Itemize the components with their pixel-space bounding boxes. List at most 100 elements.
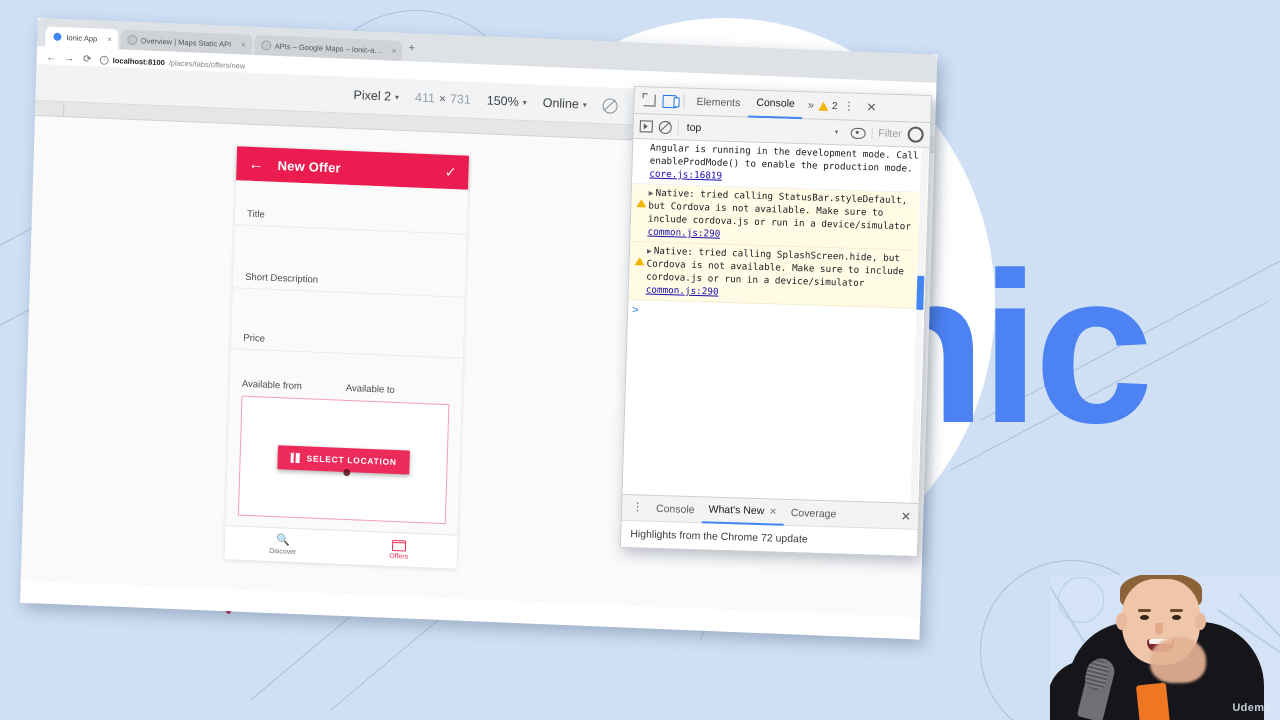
site-info-icon[interactable]: i <box>99 55 109 65</box>
chevron-down-icon: ▾ <box>582 99 587 110</box>
location-picker-box: SELECT LOCATION <box>237 395 450 525</box>
close-drawer-icon[interactable]: ✕ <box>894 509 918 524</box>
drawer-tab-coverage[interactable]: Coverage <box>783 500 843 526</box>
devtools-drawer: ⋮ Console What's New ✕ Coverage ✕ Highli… <box>620 493 919 556</box>
execution-context-selector[interactable]: top ▾ <box>677 119 845 141</box>
warning-triangle-icon <box>818 101 830 111</box>
tab-title: Ionic App <box>66 32 98 43</box>
price-field[interactable]: Price <box>230 288 465 359</box>
no-throttling-icon[interactable] <box>602 97 619 114</box>
console-scrollbar-thumb[interactable] <box>916 275 925 310</box>
execution-context-value: top <box>686 121 702 135</box>
device-name: Pixel 2 <box>353 88 392 104</box>
whats-new-heading: Highlights from the Chrome 72 update <box>630 528 808 546</box>
back-arrow-icon[interactable]: ← <box>248 155 264 173</box>
multiply-icon: × <box>438 91 447 106</box>
tab-offers[interactable]: Offers <box>340 531 457 569</box>
message-body: Native: tried calling SplashScreen.hide,… <box>646 245 905 290</box>
globe-favicon-icon <box>260 40 271 51</box>
tab-offers-label: Offers <box>389 552 409 561</box>
console-log-area[interactable]: Angular is running in the development mo… <box>622 139 930 503</box>
console-message-text: ▶ Native: tried calling SplashScreen.hide… <box>646 244 922 304</box>
ionic-favicon-icon <box>52 31 63 43</box>
network-value: Online <box>542 95 580 112</box>
inspect-element-icon[interactable] <box>639 91 660 110</box>
console-message-text: ▶ Native: tried calling StatusBar.styleDe… <box>647 187 923 247</box>
select-location-button[interactable]: SELECT LOCATION <box>277 445 411 477</box>
close-icon[interactable]: × <box>235 40 246 49</box>
available-from-field[interactable]: Available from <box>242 374 346 396</box>
drawer-tab-whats-new[interactable]: What's New ✕ <box>701 496 785 526</box>
more-tabs-icon[interactable]: » <box>803 99 819 111</box>
short-description-field-label: Short Description <box>245 271 319 286</box>
drawer-tab-label: What's New <box>708 502 765 517</box>
presenter-eyebrow <box>1138 609 1151 612</box>
tab-elements[interactable]: Elements <box>688 89 749 116</box>
source-link[interactable]: core.js:16819 <box>649 169 722 182</box>
drawer-tab-console[interactable]: Console <box>649 496 702 522</box>
console-message-text: Angular is running in the development mo… <box>649 142 925 189</box>
page-title: New Offer <box>277 157 342 176</box>
close-icon[interactable]: × <box>101 34 112 43</box>
tab-console[interactable]: Console <box>747 90 804 119</box>
select-location-label: SELECT LOCATION <box>306 453 397 468</box>
close-icon[interactable]: ✕ <box>860 100 882 115</box>
slide-stage: nic Ionic App × Overview | Maps Static A… <box>0 0 1280 720</box>
divider <box>683 94 685 110</box>
presenter-ear <box>1195 613 1206 630</box>
viewport-size[interactable]: 411 × 731 <box>415 91 471 107</box>
zoom-selector[interactable]: 150% ▾ <box>487 93 527 109</box>
chevron-down-icon: ▾ <box>834 129 839 137</box>
tab-title: APIs – Google Maps – Ionic-a… <box>274 41 382 55</box>
forward-icon[interactable]: → <box>64 53 75 64</box>
expand-arrow-icon[interactable]: ▶ <box>647 246 652 255</box>
map-icon <box>290 452 300 464</box>
clear-console-icon[interactable] <box>658 120 672 134</box>
viewport-height[interactable]: 731 <box>450 92 471 107</box>
live-expression-icon[interactable] <box>850 127 866 139</box>
card-icon <box>391 539 407 552</box>
back-icon[interactable]: ← <box>46 52 57 63</box>
device-selector[interactable]: Pixel 2 ▾ <box>353 88 399 104</box>
tab-title: Overview | Maps Static API <box>140 35 232 49</box>
source-link[interactable]: common.js:290 <box>647 226 720 239</box>
warning-count-badge[interactable]: 2 <box>818 100 838 112</box>
console-message-row[interactable]: ▶ Native: tried calling StatusBar.styleDe… <box>630 183 928 251</box>
drawer-menu-icon[interactable]: ⋮ <box>626 501 649 513</box>
expand-arrow-icon[interactable]: ▶ <box>649 189 654 198</box>
toggle-device-toolbar-icon[interactable] <box>659 92 680 111</box>
gear-icon[interactable] <box>907 126 924 143</box>
devtools-window: ⋮ Elements Console » 2 ⋮ ✕ top ▾ Filter <box>619 86 932 557</box>
url-host: localhost:8100 <box>112 55 165 67</box>
close-icon[interactable]: ✕ <box>769 499 777 523</box>
console-message-row[interactable]: ▶ Native: tried calling SplashScreen.hide… <box>628 241 927 309</box>
new-tab-button[interactable]: + <box>404 42 419 57</box>
network-throttle-selector[interactable]: Online ▾ <box>543 96 588 112</box>
tab-discover[interactable]: 🔍 Discover <box>225 526 342 564</box>
webcam-background-ring <box>1058 577 1104 623</box>
orange-object <box>1135 682 1171 720</box>
code-favicon-icon <box>126 34 138 46</box>
source-link[interactable]: common.js:290 <box>646 284 719 297</box>
tab-discover-label: Discover <box>269 547 297 556</box>
drawer-tab-label: Coverage <box>790 506 837 520</box>
viewport-width[interactable]: 411 <box>415 91 435 106</box>
filter-input[interactable]: Filter <box>871 127 902 141</box>
reload-icon[interactable]: ⟳ <box>82 53 93 64</box>
chevron-down-icon: ▾ <box>394 92 400 102</box>
warning-triangle-icon <box>636 188 647 208</box>
search-icon: 🔍 <box>276 533 291 547</box>
date-range-fields: Available from Available to <box>230 349 463 400</box>
available-to-field[interactable]: Available to <box>346 378 450 400</box>
ionic-app: ← New Offer ✓ Title Short Description Pr… <box>224 146 469 569</box>
presenter-hand <box>1150 637 1206 683</box>
presenter-ear <box>1116 613 1127 630</box>
short-description-field[interactable]: Short Description <box>232 225 467 298</box>
price-field-label: Price <box>243 332 266 345</box>
close-icon[interactable]: × <box>386 46 397 55</box>
console-sidebar-icon[interactable] <box>639 120 653 133</box>
devtools-menu-icon[interactable]: ⋮ <box>837 100 860 112</box>
browser-tab-ionic-app[interactable]: Ionic App × <box>45 26 119 50</box>
confirm-checkmark-icon[interactable]: ✓ <box>444 163 457 180</box>
presenter-eye <box>1140 615 1149 620</box>
